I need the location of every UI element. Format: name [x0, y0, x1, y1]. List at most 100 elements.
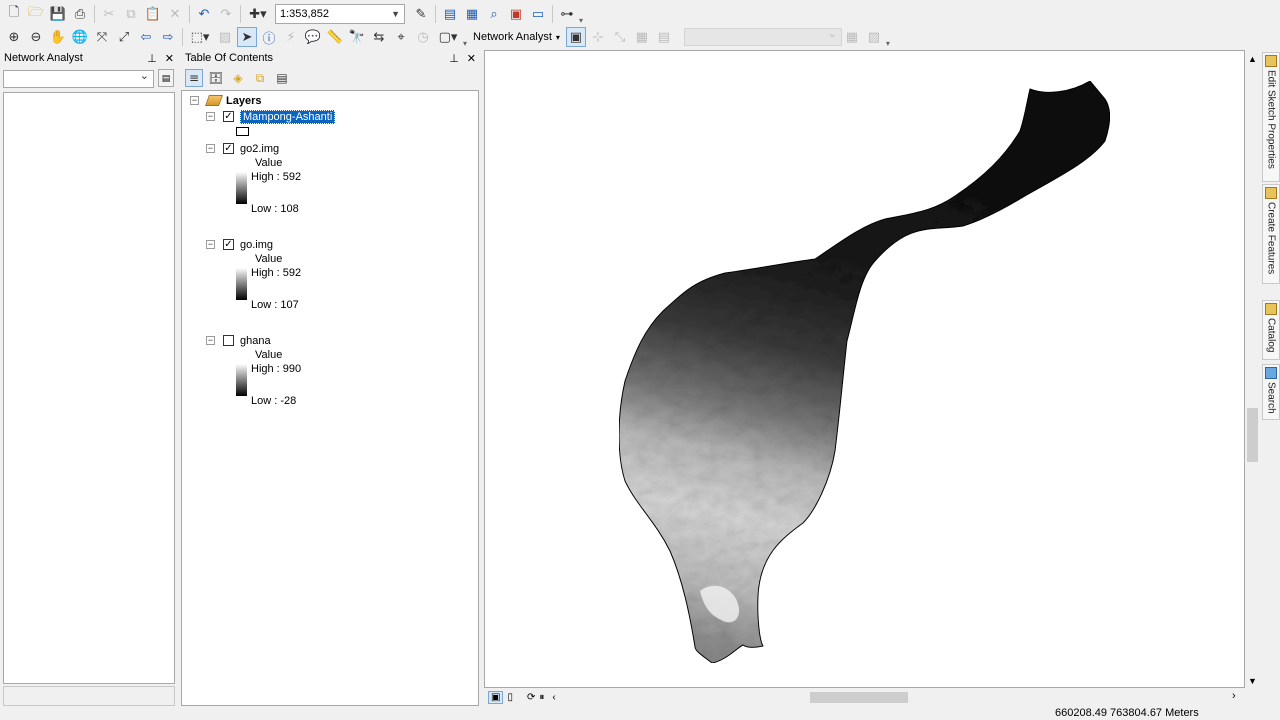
analysis-layer-select[interactable] [3, 69, 154, 88]
stretch-color-ramp[interactable] [236, 364, 247, 396]
clear-selection-icon[interactable]: ▨ [215, 27, 235, 47]
copy-icon[interactable]: ⧉ [121, 4, 141, 24]
python-window-icon[interactable]: ▭ [528, 4, 548, 24]
time-slider-icon[interactable]: ◷ [413, 27, 433, 47]
pan-hand-icon[interactable]: ✋ [48, 27, 68, 47]
layer-visibility-checkbox[interactable] [223, 335, 234, 346]
fixed-zoom-in-icon[interactable]: ⤧ [92, 27, 112, 47]
fixed-zoom-out-icon[interactable]: ⤢ [114, 27, 134, 47]
new-document-icon[interactable]: 🗋 [4, 4, 24, 24]
zoom-out-icon[interactable]: ⊖ [26, 27, 46, 47]
pause-drawing-icon[interactable]: ⏸ [539, 692, 544, 703]
toolbar-options-icon[interactable]: ▾ [886, 39, 890, 48]
dock-tab-search[interactable]: Search [1262, 364, 1280, 420]
go-to-xy-icon[interactable]: ⌖ [391, 27, 411, 47]
chevron-down-icon[interactable]: ▾ [556, 33, 560, 42]
cut-icon[interactable]: ✂ [99, 4, 119, 24]
delete-icon[interactable]: ✕ [165, 4, 185, 24]
directions-icon[interactable]: ▤ [654, 27, 674, 47]
layer-name[interactable]: Mampong-Ashanti [240, 109, 336, 124]
scroll-down-icon[interactable]: ▼ [1248, 676, 1257, 686]
editor-toolbar-icon[interactable]: ✎ [411, 4, 431, 24]
layer-row[interactable]: − ✓ go.img [206, 237, 273, 252]
collapse-icon[interactable]: − [206, 144, 215, 153]
zoom-in-icon[interactable]: ⊕ [4, 27, 24, 47]
network-analyst-window-icon[interactable]: ▣ [565, 27, 586, 47]
catalog-window-icon[interactable]: ▦ [462, 4, 482, 24]
toc-options-icon[interactable]: ▤ [273, 69, 291, 87]
list-by-visibility-icon[interactable]: ◈ [229, 69, 247, 87]
collapse-icon[interactable]: − [206, 240, 215, 249]
collapse-icon[interactable]: − [190, 96, 199, 105]
scroll-right-icon[interactable]: › [1232, 690, 1236, 702]
dock-tab-catalog[interactable]: Catalog [1262, 300, 1280, 360]
select-features-icon[interactable]: ⬚▾ [187, 27, 213, 47]
layer-row[interactable]: − ✓ Mampong-Ashanti [206, 109, 336, 124]
modelbuilder-icon[interactable]: ⊶ [557, 4, 577, 24]
network-analyst-menu[interactable]: Network Analyst [473, 31, 552, 43]
redo-icon[interactable]: ↷ [216, 4, 236, 24]
refresh-icon[interactable]: ⟳ [527, 692, 535, 703]
layer-visibility-checkbox[interactable]: ✓ [223, 239, 234, 250]
dock-tab-edit-sketch-properties[interactable]: Edit Sketch Properties [1262, 52, 1280, 182]
list-by-selection-icon[interactable]: ⧉ [251, 69, 269, 87]
pin-icon[interactable]: ⊥ [147, 52, 157, 65]
find-binoculars-icon[interactable]: 🔭 [347, 27, 367, 47]
layer-row[interactable]: − ✓ go2.img [206, 141, 279, 156]
create-viewer-window-icon[interactable]: ▢▾ [435, 27, 461, 47]
stretch-color-ramp[interactable] [236, 172, 247, 204]
select-elements-arrow-icon[interactable]: ➤ [237, 27, 257, 47]
dock-tab-create-features[interactable]: Create Features [1262, 184, 1280, 284]
pin-icon[interactable]: ⊥ [449, 52, 459, 65]
close-icon[interactable]: ✕ [165, 52, 174, 65]
hyperlink-icon[interactable]: ⚡ [281, 27, 301, 47]
mampong-ashanti-boundary[interactable] [618, 80, 1111, 664]
list-by-drawing-order-icon[interactable]: ≡ [185, 69, 203, 87]
layer-row[interactable]: − ghana [206, 333, 271, 348]
vertical-scroll-thumb[interactable] [1247, 408, 1258, 462]
open-folder-icon[interactable]: 🗁 [26, 4, 46, 24]
identify-icon[interactable]: ⓘ [259, 27, 279, 47]
analysis-properties-button[interactable]: ▤ [158, 69, 174, 87]
layer-name[interactable]: ghana [240, 335, 271, 347]
scroll-left-icon[interactable]: ‹ [552, 692, 555, 703]
network-dataset-combo[interactable] [683, 27, 842, 46]
solve-grid-icon[interactable]: ▦ [632, 27, 652, 47]
map-vertical-scrollbar[interactable] [1245, 50, 1259, 688]
search-window-icon[interactable]: ⌕ [484, 4, 504, 24]
layer-visibility-checkbox[interactable]: ✓ [223, 143, 234, 154]
forward-arrow-icon[interactable]: ⇨ [158, 27, 178, 47]
collapse-icon[interactable]: − [206, 112, 215, 121]
network-analyst-tree[interactable] [3, 92, 175, 684]
print-icon[interactable]: ⎙ [70, 4, 90, 24]
save-icon[interactable]: 💾 [48, 4, 68, 24]
layer-name[interactable]: go2.img [240, 143, 279, 155]
arctoolbox-icon[interactable]: ▣ [506, 4, 526, 24]
find-route-icon[interactable]: ⇆ [369, 27, 389, 47]
network-identify-icon[interactable]: ▨ [864, 27, 884, 47]
create-network-location-icon[interactable]: ⊹ [588, 27, 608, 47]
paste-icon[interactable]: 📋 [143, 4, 163, 24]
select-move-location-icon[interactable]: ⤡ [610, 27, 630, 47]
polygon-symbol[interactable] [236, 127, 249, 136]
toolbar-options-icon[interactable]: ▾ [463, 39, 467, 48]
table-of-contents-icon[interactable]: ▤ [440, 4, 460, 24]
scroll-up-icon[interactable]: ▲ [1248, 54, 1257, 64]
list-by-source-icon[interactable]: 🗄 [207, 69, 225, 87]
map-scale-combo[interactable]: 1:353,852 ▼ [275, 4, 405, 24]
layer-visibility-checkbox[interactable]: ✓ [223, 111, 234, 122]
data-view-icon[interactable]: ▣ [488, 690, 504, 704]
html-popup-icon[interactable]: 💬 [303, 27, 323, 47]
back-arrow-icon[interactable]: ⇦ [136, 27, 156, 47]
add-data-icon[interactable]: ✚▾ [245, 4, 271, 24]
build-network-icon[interactable]: ▦ [842, 27, 862, 47]
layers-root-row[interactable]: − Layers [190, 93, 261, 108]
stretch-color-ramp[interactable] [236, 268, 247, 300]
close-icon[interactable]: ✕ [467, 52, 476, 65]
map-display[interactable] [484, 50, 1245, 688]
layer-name[interactable]: go.img [240, 239, 273, 251]
measure-icon[interactable]: 📏 [325, 27, 345, 47]
collapse-icon[interactable]: − [206, 336, 215, 345]
layout-view-icon[interactable]: ▯ [507, 692, 513, 703]
full-extent-globe-icon[interactable]: 🌐 [70, 27, 90, 47]
